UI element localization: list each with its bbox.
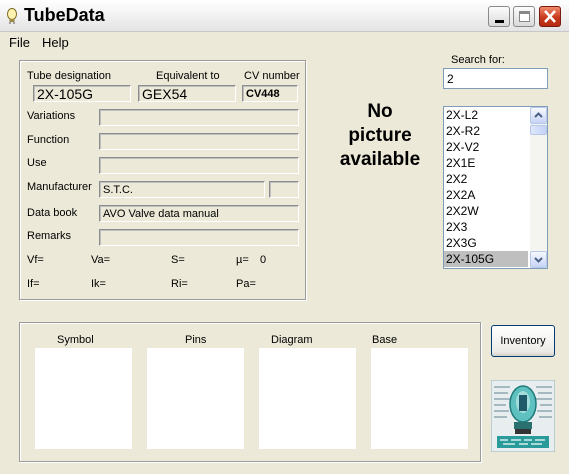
- cv-number-label: CV number: [244, 70, 300, 82]
- equivalent-label: Equivalent to: [156, 70, 220, 82]
- manufacturer-label: Manufacturer: [27, 181, 92, 193]
- title-bar[interactable]: TubeData: [0, 0, 569, 32]
- ri-label: Ri=: [171, 278, 188, 290]
- equivalent-field: GEX54: [138, 85, 236, 102]
- tube-designation-label: Tube designation: [27, 70, 111, 82]
- list-item[interactable]: 2X2W: [444, 203, 528, 219]
- tube-logo-image: [491, 380, 555, 452]
- function-field: [99, 133, 299, 150]
- mu-label: µ=: [236, 254, 249, 266]
- list-item-selected[interactable]: 2X-105G: [444, 251, 528, 267]
- list-item[interactable]: 2X-V2: [444, 139, 528, 155]
- list-item[interactable]: 2X3G: [444, 235, 528, 251]
- symbol-image-box: [35, 348, 132, 449]
- close-icon: [544, 10, 556, 23]
- diagram-image-box: [259, 348, 356, 449]
- pa-label: Pa=: [236, 278, 256, 290]
- pins-label: Pins: [185, 334, 207, 346]
- databook-field: AVO Valve data manual: [99, 205, 299, 222]
- menu-bar: File Help: [0, 32, 569, 52]
- databook-label: Data book: [27, 207, 78, 219]
- s-label: S=: [171, 254, 185, 266]
- list-item[interactable]: 2X1E: [444, 155, 528, 171]
- tube-listbox[interactable]: 2X-L2 2X-R2 2X-V2 2X1E 2X2 2X2A 2X2W 2X3…: [443, 106, 548, 269]
- no-picture-line2: picture: [348, 125, 412, 146]
- list-item[interactable]: 2X2: [444, 171, 528, 187]
- ik-label: Ik=: [91, 278, 106, 290]
- if-label: If=: [27, 278, 40, 290]
- use-label: Use: [27, 157, 47, 169]
- list-item[interactable]: 2X2A: [444, 187, 528, 203]
- no-picture-text: No picture available: [320, 100, 440, 172]
- manufacturer-field: S.T.C.: [99, 181, 265, 198]
- chevron-up-icon: [534, 112, 543, 118]
- symbol-label: Symbol: [57, 334, 94, 346]
- inventory-button[interactable]: Inventory: [491, 325, 555, 357]
- minimize-icon: [495, 20, 504, 23]
- list-item[interactable]: 2X-R2: [444, 123, 528, 139]
- close-button[interactable]: [539, 6, 561, 27]
- list-item[interactable]: 2X-L2: [444, 107, 528, 123]
- menu-help[interactable]: Help: [42, 35, 69, 50]
- manufacturer-extra-field: [269, 181, 299, 198]
- va-label: Va=: [91, 254, 111, 266]
- scroll-down-button[interactable]: [530, 251, 547, 268]
- function-label: Function: [27, 134, 70, 146]
- minimize-button[interactable]: [488, 6, 510, 27]
- variations-label: Variations: [27, 110, 76, 122]
- base-label: Base: [372, 334, 398, 346]
- diagram-label: Diagram: [271, 334, 313, 346]
- tube-app-icon: [7, 8, 17, 24]
- cv-number-field: CV448: [242, 85, 298, 102]
- scroll-thumb[interactable]: [530, 125, 547, 135]
- use-field: [99, 157, 299, 174]
- scroll-up-button[interactable]: [530, 107, 547, 124]
- variations-field: [99, 109, 299, 126]
- maximize-icon: [519, 11, 530, 22]
- mu-value: 0: [260, 254, 267, 266]
- no-picture-line1: No: [367, 101, 393, 122]
- no-picture-line3: available: [339, 149, 421, 170]
- pins-image-box: [147, 348, 244, 449]
- search-label: Search for:: [451, 54, 505, 66]
- remarks-field: [99, 229, 299, 246]
- base-image-box: [371, 348, 468, 449]
- search-input[interactable]: [443, 68, 548, 89]
- list-item[interactable]: 2X3: [444, 219, 528, 235]
- menu-file[interactable]: File: [9, 35, 30, 50]
- vf-label: Vf=: [27, 254, 44, 266]
- tubedata-window: TubeData File Help Tube designation Equi…: [0, 0, 569, 474]
- tube-designation-field: 2X-105G: [33, 85, 131, 102]
- chevron-down-icon: [534, 257, 543, 263]
- window-title: TubeData: [24, 5, 105, 25]
- maximize-button[interactable]: [513, 6, 535, 27]
- list-scrollbar[interactable]: [530, 107, 547, 268]
- remarks-label: Remarks: [27, 230, 72, 242]
